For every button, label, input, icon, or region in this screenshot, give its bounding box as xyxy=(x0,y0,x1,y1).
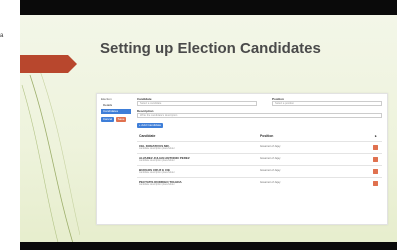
presentation-slide: Setting up Election Candidates Election … xyxy=(20,15,397,250)
title-arrow-shape xyxy=(20,55,77,73)
table-header-position: Position xyxy=(260,134,274,138)
table-sort-icon[interactable]: ▸ xyxy=(375,134,377,138)
slide-title: Setting up Election Candidates xyxy=(100,40,321,57)
candidate-subtext: candidate description placeholder xyxy=(139,147,175,150)
candidate-position: Governor of Jujuy xyxy=(260,169,281,172)
sidebar-item-label: Details xyxy=(103,103,113,107)
delete-icon[interactable] xyxy=(373,144,378,150)
candidate-select[interactable]: Select a candidate xyxy=(137,101,257,106)
sidebar-item-details[interactable]: Details xyxy=(101,103,131,108)
delete-icon[interactable] xyxy=(373,180,378,186)
decorative-curves xyxy=(21,64,80,250)
candidate-position: Governor of Jujuy xyxy=(260,181,281,184)
candidate-position: Governor of Jujuy xyxy=(260,157,281,160)
bottom-black-band xyxy=(20,242,397,250)
candidate-subtext: candidate description placeholder xyxy=(139,183,175,186)
save-button[interactable]: Save xyxy=(116,117,126,122)
corner-margin xyxy=(0,0,20,34)
sidebar-title: Election xyxy=(101,97,112,101)
table-row: PECTATIS RODRIGO TOLEDA candidate descri… xyxy=(137,177,382,188)
candidate-subtext: candidate description placeholder xyxy=(139,171,175,174)
table-row: CEL DONATIVUS MR. candidate description … xyxy=(137,141,382,152)
add-candidate-button[interactable]: + Add Candidate xyxy=(137,123,163,128)
sidebar-item-candidates[interactable]: Candidates xyxy=(101,109,131,114)
sidebar-item-label: Candidates xyxy=(103,109,119,113)
app-screenshot: Election Details Candidates Cancel Save … xyxy=(96,93,388,225)
candidate-subtext: candidate description placeholder xyxy=(139,159,175,162)
candidate-position: Governor of Jujuy xyxy=(260,145,281,148)
position-select[interactable]: Select a position xyxy=(272,101,382,106)
cancel-button[interactable]: Cancel xyxy=(101,117,114,122)
table-row: ALVAREZ JULIAN ANTONIO PEREZ candidate d… xyxy=(137,153,382,164)
delete-icon[interactable] xyxy=(373,156,378,162)
delete-icon[interactable] xyxy=(373,168,378,174)
corner-label: a xyxy=(0,33,4,39)
table-row: BURGOS CRUZ E CIE candidate description … xyxy=(137,165,382,176)
top-black-band xyxy=(20,0,397,15)
description-input[interactable]: Write the candidate's description xyxy=(137,113,382,118)
table-header-candidate: Candidate xyxy=(139,134,156,138)
